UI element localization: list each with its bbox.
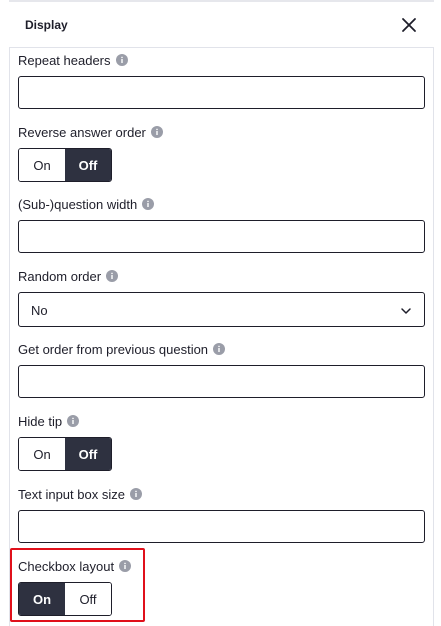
close-button[interactable]	[400, 16, 418, 34]
panel-border-right	[433, 0, 434, 626]
checkbox-layout-toggle: On Off	[18, 582, 112, 616]
field-subquestion-width: (Sub-)question width	[18, 195, 425, 253]
field-reverse-answer-order: Reverse answer order On Off	[18, 123, 163, 182]
panel-header: Display	[9, 0, 434, 48]
info-icon[interactable]	[119, 560, 132, 572]
toggle-on-option[interactable]: On	[19, 149, 65, 181]
field-repeat-headers: Repeat headers	[18, 51, 425, 109]
field-label: Repeat headers	[18, 52, 111, 68]
field-get-order: Get order from previous question	[18, 340, 425, 398]
field-label: Checkbox layout	[18, 558, 115, 574]
chevron-down-icon	[401, 308, 411, 314]
random-order-select[interactable]: No	[18, 292, 425, 327]
info-icon[interactable]	[129, 488, 142, 500]
subquestion-width-input[interactable]	[18, 220, 425, 253]
select-value: No	[31, 303, 48, 318]
panel-title: Display	[25, 18, 68, 32]
get-order-input[interactable]	[18, 365, 425, 398]
toggle-off-option[interactable]: Off	[65, 583, 111, 615]
field-label: Random order	[18, 268, 102, 284]
info-icon[interactable]	[142, 198, 155, 210]
field-label: Reverse answer order	[18, 124, 146, 140]
field-label: Get order from previous question	[18, 341, 209, 357]
info-icon[interactable]	[150, 126, 163, 138]
toggle-on-option[interactable]: On	[19, 438, 65, 470]
field-label: (Sub-)question width	[18, 196, 138, 212]
field-label: Hide tip	[18, 413, 63, 429]
field-text-input-box-size: Text input box size	[18, 485, 425, 543]
info-icon[interactable]	[213, 343, 226, 355]
toggle-off-option[interactable]: Off	[65, 438, 111, 470]
panel-border-left	[9, 0, 10, 626]
info-icon[interactable]	[67, 415, 80, 427]
toggle-off-option[interactable]: Off	[65, 149, 111, 181]
field-random-order: Random order No	[18, 267, 425, 327]
reverse-answer-order-toggle: On Off	[18, 148, 112, 182]
toggle-on-option[interactable]: On	[19, 583, 65, 615]
hide-tip-toggle: On Off	[18, 437, 112, 471]
field-label: Text input box size	[18, 486, 125, 502]
info-icon[interactable]	[106, 270, 119, 282]
close-icon	[402, 18, 416, 32]
field-hide-tip: Hide tip On Off	[18, 412, 112, 471]
repeat-headers-input[interactable]	[18, 76, 425, 109]
text-input-box-size-input[interactable]	[18, 510, 425, 543]
info-icon[interactable]	[115, 54, 128, 66]
field-checkbox-layout: Checkbox layout On Off	[18, 557, 132, 616]
